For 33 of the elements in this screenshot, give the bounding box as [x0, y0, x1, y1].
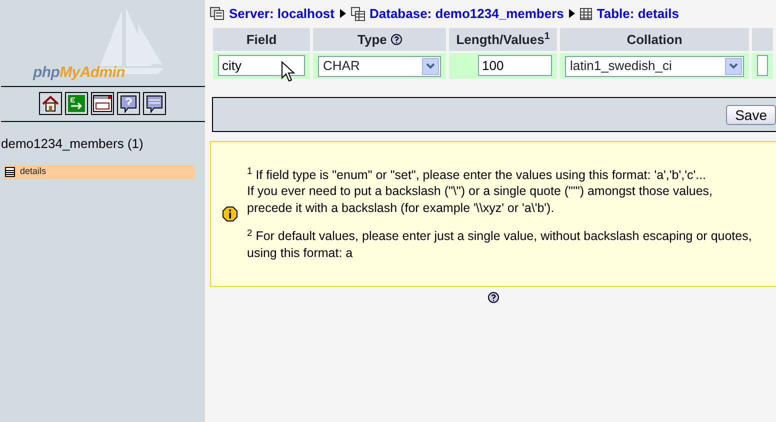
column-header: Length/Values$^{1}$	[449, 28, 557, 51]
type-select[interactable]: CHAR	[318, 56, 441, 76]
help-icon[interactable]	[488, 292, 498, 303]
server-icon	[210, 7, 224, 20]
column-header	[752, 28, 773, 51]
breadcrumb-link[interactable]: Database: demo1234_members	[370, 4, 564, 24]
exit-icon[interactable]	[65, 92, 88, 115]
attribute-input[interactable]	[757, 55, 768, 76]
arrow-icon	[568, 6, 575, 20]
home-icon[interactable]	[39, 92, 62, 115]
footnote-text: $^{2}$ For default values, please enter just a single value, without backslash escaping or quotes, using this format: a	[247, 228, 752, 262]
sql-window-icon[interactable]	[91, 92, 114, 115]
mouse-cursor-icon	[281, 61, 295, 83]
column-header: Field	[213, 28, 310, 51]
table-icon	[580, 8, 592, 20]
database-icon	[350, 6, 364, 20]
info-icon	[222, 206, 238, 222]
database-name[interactable]: demo1234_members (1)	[1, 134, 205, 154]
help-icon[interactable]	[390, 34, 402, 45]
length-input[interactable]: 100	[478, 55, 552, 76]
breadcrumb-link[interactable]: Table: details	[596, 4, 680, 24]
table-icon	[5, 166, 15, 176]
column-header: Type	[357, 32, 387, 47]
footnote-text: $^{1}$ If field type is "enum" or "set", please enter the values using this format: 'a','b','c'... If you ever need to put a backslash ("\") or a single quote ("'") amongst those values, precede it with a backslash (for example '\\xyz' or 'a\'b').	[247, 166, 714, 216]
save-button[interactable]: Save	[726, 104, 776, 124]
query-window-icon[interactable]	[143, 92, 166, 115]
help-icon[interactable]	[117, 92, 140, 115]
collation-select[interactable]: latin1_swedish_ci	[565, 56, 744, 76]
table-item[interactable]: details	[4, 164, 195, 178]
arrow-icon	[340, 6, 346, 20]
column-header: Collation	[560, 28, 749, 51]
breadcrumb-link[interactable]: Server: localhost	[229, 4, 334, 24]
table-name: details	[20, 164, 46, 178]
